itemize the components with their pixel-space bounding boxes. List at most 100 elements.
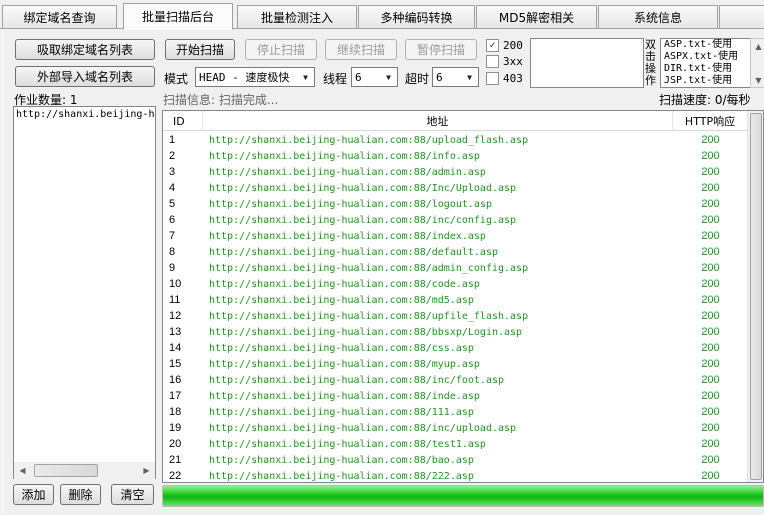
tab-batch-scan-admin[interactable]: 批量扫描后台 — [123, 3, 233, 30]
scan-progress-bar — [162, 485, 764, 507]
start-scan-button[interactable]: 开始扫描 — [165, 39, 235, 60]
table-row[interactable]: 1 http://shanxi.beijing-hualian.com:88/up… — [163, 132, 763, 148]
domain-list[interactable]: http://shanxi.beijing-h ◀ ▶ — [13, 106, 156, 479]
row-address: http://shanxi.beijing-hualian.com:88/bbs… — [209, 326, 523, 338]
row-id: 18 — [169, 406, 182, 418]
table-row[interactable]: 9 http://shanxi.beijing-hualian.com:88/ad… — [163, 260, 763, 276]
row-address: http://shanxi.beijing-hualian.com:88/bao… — [209, 454, 474, 466]
table-row[interactable]: 6 http://shanxi.beijing-hualian.com:88/in… — [163, 212, 763, 228]
stop-scan-button[interactable]: 停止扫描 — [245, 39, 317, 60]
threads-select[interactable]: 6 ▼ — [351, 67, 398, 87]
tab-encoding[interactable]: 多种编码转换 — [358, 5, 475, 28]
table-row[interactable]: 2 http://shanxi.beijing-hualian.com:88/in… — [163, 148, 763, 164]
domain-list-hscroll[interactable]: ◀ ▶ — [14, 462, 155, 479]
table-row[interactable]: 7 http://shanxi.beijing-hualian.com:88/in… — [163, 228, 763, 244]
status-200-checkbox[interactable]: ✓ 200 — [486, 39, 523, 52]
row-http-response: 200 — [701, 294, 720, 306]
table-row[interactable]: 3 http://shanxi.beijing-hualian.com:88/ad… — [163, 164, 763, 180]
tab-domain-query[interactable]: 绑定域名查询 — [2, 5, 117, 28]
table-row[interactable]: 18 http://shanxi.beijing-hualian.com:88/1… — [163, 404, 763, 420]
row-address: http://shanxi.beijing-hualian.com:88/upl… — [209, 134, 529, 146]
row-http-response: 200 — [701, 470, 720, 482]
row-id: 22 — [169, 470, 182, 482]
scroll-left-icon[interactable]: ◀ — [14, 462, 31, 479]
column-header-address[interactable]: 地址 — [203, 111, 673, 131]
table-row[interactable]: 11 http://shanxi.beijing-hualian.com:88/m… — [163, 292, 763, 308]
continue-scan-button[interactable]: 继续扫描 — [325, 39, 397, 60]
table-row[interactable]: 4 http://shanxi.beijing-hualian.com:88/In… — [163, 180, 763, 196]
table-row[interactable]: 20 http://shanxi.beijing-hualian.com:88/t… — [163, 436, 763, 452]
tab-batch-injection[interactable]: 批量检测注入 — [237, 5, 357, 28]
scroll-up-icon[interactable]: ▲ — [750, 39, 764, 53]
table-row[interactable]: 22 http://shanxi.beijing-hualian.com:88/2… — [163, 468, 763, 482]
custom-paths-textbox[interactable] — [530, 38, 644, 88]
chevron-down-icon: ▼ — [386, 72, 391, 82]
table-row[interactable]: 17 http://shanxi.beijing-hualian.com:88/i… — [163, 388, 763, 404]
timeout-label: 超时 — [405, 72, 430, 86]
scroll-right-icon[interactable]: ▶ — [138, 462, 155, 479]
row-address: http://shanxi.beijing-hualian.com:88/css… — [209, 342, 474, 354]
delete-button[interactable]: 删除 — [60, 484, 101, 505]
table-row[interactable]: 10 http://shanxi.beijing-hualian.com:88/c… — [163, 276, 763, 292]
dictionary-item[interactable]: ASPX.txt-使用 — [664, 51, 757, 63]
table-row[interactable]: 14 http://shanxi.beijing-hualian.com:88/c… — [163, 340, 763, 356]
scan-progress-fill — [163, 486, 763, 506]
table-row[interactable]: 16 http://shanxi.beijing-hualian.com:88/i… — [163, 372, 763, 388]
dictionary-item[interactable]: DIR.txt-使用 — [664, 63, 757, 75]
scroll-down-icon[interactable]: ▼ — [750, 73, 764, 87]
tab-system-info[interactable]: 系统信息 — [598, 5, 718, 28]
clear-button[interactable]: 清空 — [111, 484, 154, 505]
row-address: http://shanxi.beijing-hualian.com:88/adm… — [209, 262, 529, 274]
table-row[interactable]: 21 http://shanxi.beijing-hualian.com:88/b… — [163, 452, 763, 468]
dictionary-item[interactable]: JSP.txt-使用 — [664, 75, 757, 87]
table-header: ID 地址 HTTP响应 — [163, 111, 763, 131]
row-id: 19 — [169, 422, 182, 434]
mode-select[interactable]: HEAD - 速度极快 ▼ — [195, 67, 315, 87]
row-address: http://shanxi.beijing-hualian.com:88/myu… — [209, 358, 480, 370]
chevron-down-icon: ▼ — [467, 72, 472, 82]
table-row[interactable]: 8 http://shanxi.beijing-hualian.com:88/de… — [163, 244, 763, 260]
row-http-response: 200 — [701, 438, 720, 450]
table-row[interactable]: 12 http://shanxi.beijing-hualian.com:88/u… — [163, 308, 763, 324]
pause-scan-button[interactable]: 暂停扫描 — [405, 39, 477, 60]
timeout-select[interactable]: 6 ▼ — [432, 67, 479, 87]
row-http-response: 200 — [701, 134, 720, 146]
vscroll-thumb[interactable] — [750, 113, 762, 480]
row-address: http://shanxi.beijing-hualian.com:88/cod… — [209, 278, 480, 290]
row-address: http://shanxi.beijing-hualian.com:88/inc… — [209, 422, 517, 434]
dict-side-label: 双击操作 — [645, 38, 656, 87]
row-http-response: 200 — [701, 310, 720, 322]
tab-bar: 绑定域名查询 批量扫描后台 批量检测注入 多种编码转换 MD5解密相关 系统信息 — [0, 0, 764, 30]
row-id: 15 — [169, 358, 182, 370]
column-header-id[interactable]: ID — [163, 111, 203, 131]
import-domains-button[interactable]: 外部导入域名列表 — [15, 66, 155, 87]
dictionary-vscroll[interactable]: ▲ ▼ — [750, 38, 764, 88]
row-id: 10 — [169, 278, 182, 290]
add-button[interactable]: 添加 — [13, 484, 54, 505]
dictionary-item[interactable]: ASP.txt-使用 — [664, 39, 757, 51]
row-id: 21 — [169, 454, 182, 466]
table-row[interactable]: 5 http://shanxi.beijing-hualian.com:88/lo… — [163, 196, 763, 212]
results-table[interactable]: ID 地址 HTTP响应 1 http://shanxi.beijing-hual… — [162, 110, 764, 483]
dictionary-list[interactable]: ASP.txt-使用 ASPX.txt-使用 DIR.txt-使用 JSP.tx… — [660, 38, 758, 88]
fetch-bound-domains-button[interactable]: 吸取绑定域名列表 — [15, 39, 155, 60]
row-id: 1 — [169, 134, 176, 146]
row-id: 13 — [169, 326, 182, 338]
hscroll-thumb[interactable] — [34, 464, 98, 477]
domain-list-item[interactable]: http://shanxi.beijing-h — [16, 109, 154, 120]
chevron-down-icon: ▼ — [303, 72, 308, 82]
table-row[interactable]: 15 http://shanxi.beijing-hualian.com:88/m… — [163, 356, 763, 372]
row-id: 12 — [169, 310, 182, 322]
status-403-label: 403 — [503, 72, 523, 85]
table-row[interactable]: 13 http://shanxi.beijing-hualian.com:88/b… — [163, 324, 763, 340]
tab-md5[interactable]: MD5解密相关 — [476, 5, 597, 28]
row-http-response: 200 — [701, 278, 720, 290]
results-vscroll[interactable] — [747, 111, 763, 482]
row-http-response: 200 — [701, 454, 720, 466]
row-address: http://shanxi.beijing-hualian.com:88/log… — [209, 198, 492, 210]
status-3xx-checkbox[interactable]: 3xx — [486, 55, 523, 68]
row-id: 9 — [169, 262, 176, 274]
table-row[interactable]: 19 http://shanxi.beijing-hualian.com:88/i… — [163, 420, 763, 436]
column-header-http-response[interactable]: HTTP响应 — [673, 111, 748, 131]
status-403-checkbox[interactable]: 403 — [486, 72, 523, 85]
